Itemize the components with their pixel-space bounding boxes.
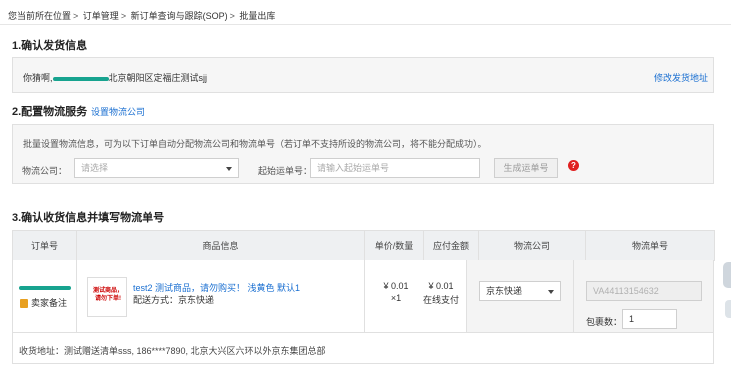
redacted-phone [52, 76, 109, 81]
product-thumbnail-text: 测试商品，请勿下单! [92, 288, 123, 302]
orders-table-header: 订单号 商品信息 单价/数量 应付金额 物流公司 物流单号 [12, 230, 715, 261]
quantity: ×1 [390, 293, 402, 303]
start-waybill-placeholder: 请输入起始运单号 [317, 163, 390, 173]
package-count-label: 包裹数： [586, 317, 623, 327]
chevron-down-icon [548, 290, 554, 294]
shipping-address: 你猜啊, 北京朝阳区定福庄测试sjj [23, 71, 207, 84]
payment-type: 在线支付 [422, 295, 459, 305]
order-row: 卖家备注 测试商品，请勿下单! test2 测试商品，请勿购买！ 浅黄色 默认1… [12, 260, 714, 364]
shipping-info-box: 你猜啊, 北京朝阳区定福庄测试sjj 修改发货地址 [12, 57, 714, 93]
unit-price: ¥ 0.01 [383, 281, 409, 291]
shipping-address-suffix: 北京朝阳区定福庄测试sjj [108, 73, 208, 83]
carrier-select[interactable]: 京东快递 [479, 281, 561, 301]
col-order-no: 订单号 [12, 230, 77, 261]
side-widget-tab-secondary[interactable] [725, 300, 731, 318]
col-divider [76, 260, 77, 332]
breadcrumb-batch-outbound: 批量出库 [239, 11, 276, 21]
recipient-address: 收货地址：测试赠送清单sss, 186****7890, 北京大兴区六环以外京东… [19, 346, 326, 356]
shipping-address-prefix: 你猜啊, [23, 73, 53, 83]
product-thumbnail[interactable]: 测试商品，请勿下单! [87, 277, 127, 317]
logistics-description: 批量设置物流信息，可为以下订单自动分配物流公司和物流单号（若订单不支持所设的物流… [23, 139, 487, 149]
col-payable: 应付金额 [423, 230, 479, 261]
seller-note-label: 卖家备注 [31, 298, 68, 308]
generate-waybill-button[interactable]: 生成运单号 [494, 158, 558, 178]
section-recipient-title: 3.确认收货信息并填写物流单号 [12, 212, 165, 224]
breadcrumb-location: 您当前所在位置 [8, 11, 72, 21]
help-icon[interactable]: ? [568, 160, 579, 171]
payable-amount: ¥ 0.01 [428, 281, 454, 291]
col-waybill-no: 物流单号 [585, 230, 715, 261]
col-product-info: 商品信息 [76, 230, 365, 261]
package-count-input[interactable]: 1 [622, 309, 677, 329]
breadcrumb-order-management[interactable]: 订单管理 [83, 11, 119, 21]
row-divider [13, 332, 713, 333]
package-count-value: 1 [629, 314, 635, 324]
col-divider [466, 260, 467, 332]
waybill-number-input[interactable]: VA44113154632 [586, 281, 702, 301]
col-price-qty: 单价/数量 [364, 230, 424, 261]
logistics-company-placeholder: 请选择 [81, 163, 109, 173]
logistics-company-select[interactable]: 请选择 [74, 158, 239, 178]
breadcrumb-divider [0, 24, 731, 25]
col-divider [573, 260, 574, 332]
logistics-company-label: 物流公司： [22, 166, 68, 176]
edit-shipping-address-link[interactable]: 修改发货地址 [654, 71, 708, 84]
redacted-order-number [19, 285, 71, 290]
start-waybill-label: 起始运单号： [258, 166, 313, 176]
note-icon [20, 299, 28, 309]
seller-note[interactable]: 卖家备注 [20, 296, 67, 309]
section-logistics-title: 2.配置物流服务 [12, 106, 88, 118]
setup-logistics-link[interactable]: 设置物流公司 [91, 105, 145, 118]
col-divider [364, 260, 365, 332]
carrier-selected: 京东快递 [486, 286, 523, 296]
chevron-down-icon [226, 167, 232, 171]
section-confirm-shipping-title: 1.确认发货信息 [12, 40, 88, 52]
breadcrumb-order-tracking[interactable]: 新订单查询与跟踪(SOP) [131, 11, 228, 21]
waybill-number-value: VA44113154632 [593, 286, 659, 296]
start-waybill-input[interactable]: 请输入起始运单号 [310, 158, 480, 178]
shipping-method: 配送方式：京东快递 [133, 295, 215, 305]
breadcrumb: 您当前所在位置 > 订单管理 > 新订单查询与跟踪(SOP) > 批量出库 [8, 11, 276, 21]
col-logistics-company: 物流公司 [478, 230, 586, 261]
order-number[interactable] [19, 282, 71, 292]
side-widget-tab[interactable] [723, 262, 731, 288]
